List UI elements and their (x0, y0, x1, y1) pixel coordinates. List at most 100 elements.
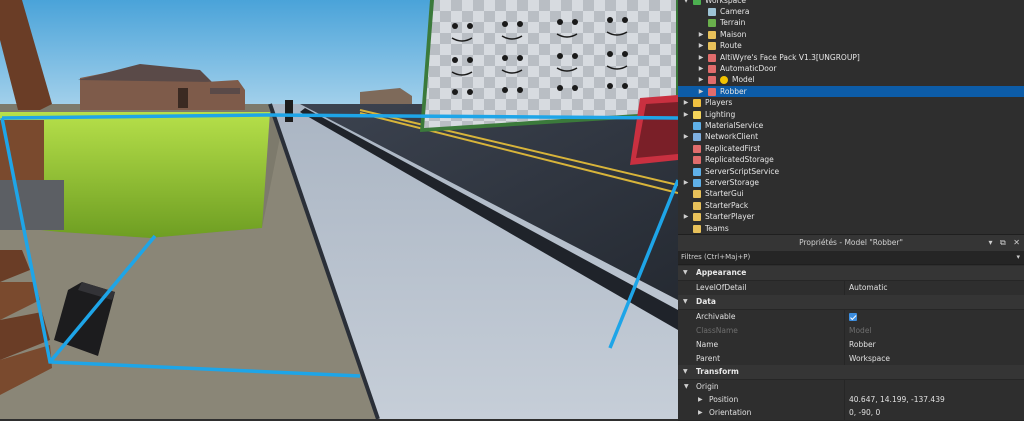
prop-name: Archivable (696, 312, 736, 321)
explorer-item[interactable]: ▶ NetworkClient (678, 131, 1024, 142)
explorer-item[interactable]: ▶ Lighting (678, 109, 1024, 120)
explorer-item-label: MaterialService (705, 120, 764, 130)
undock-icon[interactable]: ⧉ (1000, 238, 1006, 247)
archivable-checkbox[interactable] (849, 313, 857, 321)
explorer-item[interactable]: ▶ ServerStorage (678, 177, 1024, 188)
explorer-item[interactable]: ReplicatedFirst (678, 143, 1024, 154)
explorer-item[interactable]: Teams (678, 223, 1024, 234)
explorer-item[interactable]: ▶ Players (678, 97, 1024, 108)
prop-name-row[interactable]: Name Robber (678, 338, 1024, 353)
explorer-item-label: ReplicatedStorage (705, 155, 774, 165)
expand-icon[interactable]: ▶ (697, 29, 705, 40)
lighting-icon (693, 110, 701, 119)
explorer-item[interactable]: ▶ Robber (678, 85, 1024, 98)
expand-icon[interactable]: ▶ (698, 393, 703, 407)
explorer-item[interactable]: MaterialService (678, 120, 1024, 131)
filter-dropdown-icon[interactable]: ▾ (1016, 251, 1020, 264)
explorer-item-label: ServerStorage (705, 177, 759, 187)
expand-icon[interactable]: ▶ (682, 97, 690, 108)
explorer-item[interactable]: ▶ Maison (678, 29, 1024, 40)
workspace-icon (693, 0, 701, 5)
model-icon (708, 76, 716, 85)
expand-icon[interactable]: ▶ (697, 74, 705, 85)
server-script-service-icon (693, 167, 701, 176)
expand-icon[interactable]: ▶ (697, 40, 705, 51)
prop-value[interactable]: 0, -90, 0 (849, 406, 880, 420)
explorer-item-label: StarterPlayer (705, 212, 755, 222)
prop-value[interactable]: Robber (849, 338, 876, 352)
prop-level-of-detail[interactable]: LevelOfDetail Automatic (678, 281, 1024, 296)
players-icon (693, 99, 701, 108)
explorer-item-label: StarterGui (705, 189, 744, 199)
explorer-item[interactable]: ReplicatedStorage (678, 154, 1024, 165)
starter-gui-icon (693, 190, 701, 199)
expand-icon[interactable]: ▶ (697, 86, 705, 97)
collapse-icon[interactable]: ▼ (683, 295, 688, 309)
category-transform[interactable]: ▼ Transform (678, 365, 1024, 380)
server-storage-icon (693, 178, 701, 187)
prop-name: Orientation (709, 408, 752, 417)
smiley-icon (720, 76, 728, 85)
expand-icon[interactable]: ▶ (682, 109, 690, 120)
explorer-item-label: Maison (720, 29, 747, 39)
explorer-item-label: Camera (720, 6, 750, 16)
explorer-item-label: Robber (720, 86, 747, 96)
expand-icon[interactable]: ▶ (682, 177, 690, 188)
explorer-item-label: Route (720, 41, 742, 51)
properties-filter-input[interactable]: Filtres (Ctrl+Maj+P) ▾ (678, 251, 1024, 265)
model-icon (708, 87, 716, 96)
expand-icon[interactable]: ▶ (697, 63, 705, 74)
explorer-item[interactable]: ▶ StarterPlayer (678, 211, 1024, 222)
explorer-item[interactable]: ▶ Model (678, 74, 1024, 85)
explorer-item[interactable]: Camera (678, 6, 1024, 17)
expand-icon[interactable]: ▶ (698, 406, 703, 420)
explorer-item[interactable]: Terrain (678, 17, 1024, 28)
dropdown-icon[interactable]: ▾ (988, 238, 992, 247)
distant-npc (285, 100, 293, 122)
model-icon (708, 64, 716, 73)
explorer-item[interactable]: ServerScriptService (678, 166, 1024, 177)
explorer-panel: ▼ Workspace Camera Terrain ▶ Maison ▶ Route ▶ Alt… (678, 0, 1024, 234)
prop-value[interactable]: Automatic (849, 281, 887, 295)
prop-class-name: ClassName Model (678, 324, 1024, 339)
category-appearance[interactable]: ▼ Appearance (678, 266, 1024, 281)
explorer-item-label: ServerScriptService (705, 166, 780, 176)
house (205, 80, 245, 110)
explorer-item[interactable]: ▶ AutomaticDoor (678, 63, 1024, 74)
prop-name: Position (709, 395, 739, 404)
collapse-icon[interactable]: ▼ (683, 365, 688, 379)
explorer-item-label: ReplicatedFirst (705, 143, 761, 153)
explorer-item[interactable]: StarterGui (678, 188, 1024, 199)
collapse-icon[interactable]: ▼ (683, 266, 688, 280)
explorer-item[interactable]: StarterPack (678, 200, 1024, 211)
prop-name: Parent (696, 354, 721, 363)
prop-value: Model (849, 326, 872, 335)
expand-icon[interactable]: ▶ (682, 131, 690, 142)
category-data[interactable]: ▼ Data (678, 295, 1024, 310)
explorer-item-label: Terrain (720, 18, 746, 28)
explorer-item-label: Teams (705, 223, 729, 233)
material-service-icon (693, 121, 701, 130)
prop-value[interactable]: 40.647, 14.199, -137.439 (849, 393, 945, 407)
explorer-item-label: NetworkClient (705, 132, 759, 142)
viewport-3d[interactable] (0, 0, 678, 419)
explorer-item-label: AltiWyre's Face Pack V1.3[UNGROUP] (720, 52, 860, 62)
category-label: Transform (696, 367, 739, 376)
explorer-item[interactable]: ▶ AltiWyre's Face Pack V1.3[UNGROUP] (678, 52, 1024, 63)
prop-name: Name (696, 340, 719, 349)
prop-value[interactable]: Workspace (849, 352, 890, 366)
close-icon[interactable]: ✕ (1013, 238, 1020, 247)
replicated-first-icon (693, 144, 701, 153)
explorer-item[interactable]: ▶ Route (678, 40, 1024, 51)
category-label: Data (696, 297, 716, 306)
filter-placeholder: Filtres (Ctrl+Maj+P) (681, 253, 751, 261)
explorer-item-label: AutomaticDoor (720, 63, 777, 73)
scene (0, 0, 678, 419)
expand-icon[interactable]: ▶ (682, 211, 690, 222)
properties-title: Propriétés - Model "Robber" (799, 238, 903, 247)
expand-icon[interactable]: ▶ (697, 52, 705, 63)
terrain-icon (708, 19, 716, 28)
properties-header: Propriétés - Model "Robber" ▾ ⧉ ✕ (678, 234, 1024, 252)
prop-archivable[interactable]: Archivable (678, 310, 1024, 325)
collapse-icon[interactable]: ▼ (684, 380, 689, 394)
